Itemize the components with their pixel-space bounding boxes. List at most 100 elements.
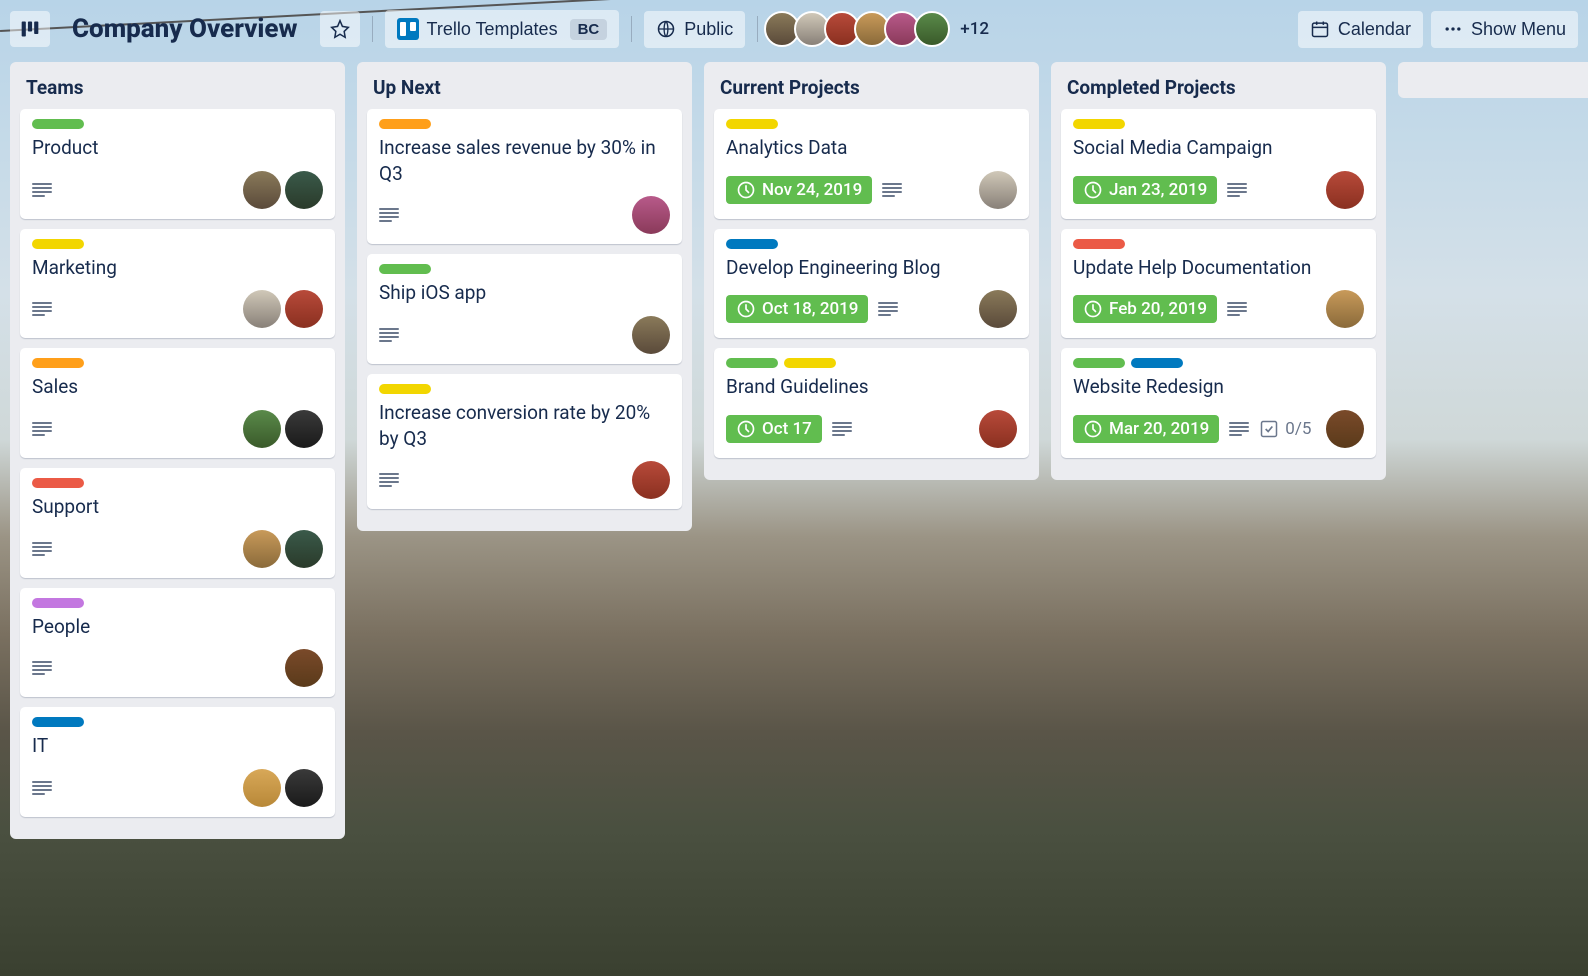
card[interactable]: Develop Engineering BlogOct 18, 2019 <box>714 229 1029 339</box>
more-members-count[interactable]: +12 <box>960 19 989 39</box>
card-labels <box>726 119 1017 129</box>
member-avatar[interactable] <box>285 649 323 687</box>
member-avatar[interactable] <box>914 11 950 47</box>
label-orange[interactable] <box>379 119 431 129</box>
member-avatar[interactable] <box>285 530 323 568</box>
card-badges: Mar 20, 2019 0/5 <box>1073 410 1364 448</box>
member-avatar[interactable] <box>632 316 670 354</box>
member-avatar[interactable] <box>243 769 281 807</box>
card[interactable]: Analytics DataNov 24, 2019 <box>714 109 1029 219</box>
label-yellow[interactable] <box>726 119 778 129</box>
member-avatar[interactable] <box>1326 171 1364 209</box>
member-avatar[interactable] <box>1326 290 1364 328</box>
card[interactable]: Increase sales revenue by 30% in Q3 <box>367 109 682 244</box>
card-members <box>243 410 323 448</box>
card[interactable]: Product <box>20 109 335 219</box>
card[interactable]: Brand GuidelinesOct 17 <box>714 348 1029 458</box>
card-badges: Oct 18, 2019 <box>726 290 1017 328</box>
member-avatar[interactable] <box>979 171 1017 209</box>
member-avatar[interactable] <box>632 196 670 234</box>
label-green[interactable] <box>32 119 84 129</box>
separator <box>631 16 632 42</box>
card-labels <box>32 478 323 488</box>
due-date-badge[interactable]: Mar 20, 2019 <box>1073 415 1219 443</box>
list-title[interactable]: Completed Projects <box>1061 72 1376 109</box>
star-button[interactable] <box>320 11 360 47</box>
card[interactable]: Ship iOS app <box>367 254 682 364</box>
list-title[interactable]: Current Projects <box>714 72 1029 109</box>
card-members <box>1326 171 1364 209</box>
show-menu-button[interactable]: Show Menu <box>1431 11 1578 48</box>
label-yellow[interactable] <box>1073 119 1125 129</box>
list-title[interactable] <box>1408 72 1588 86</box>
team-badge: BC <box>570 19 608 40</box>
due-date-badge[interactable]: Oct 17 <box>726 415 822 443</box>
boards-menu-button[interactable] <box>10 11 50 47</box>
label-blue[interactable] <box>1131 358 1183 368</box>
due-date-badge[interactable]: Nov 24, 2019 <box>726 176 872 204</box>
board-title[interactable]: Company Overview <box>58 8 312 50</box>
list-title[interactable]: Up Next <box>367 72 682 109</box>
description-icon <box>1227 183 1247 197</box>
member-avatar[interactable] <box>1326 410 1364 448</box>
checklist-badge: 0/5 <box>1259 419 1311 439</box>
card-badges: Feb 20, 2019 <box>1073 290 1364 328</box>
description-icon <box>32 302 52 316</box>
calendar-label: Calendar <box>1338 19 1411 40</box>
label-yellow[interactable] <box>32 239 84 249</box>
card[interactable]: Marketing <box>20 229 335 339</box>
card[interactable]: IT <box>20 707 335 817</box>
list: Current ProjectsAnalytics DataNov 24, 20… <box>704 62 1039 480</box>
card-title: Sales <box>32 374 323 400</box>
card-title: IT <box>32 733 323 759</box>
label-yellow[interactable] <box>784 358 836 368</box>
label-green[interactable] <box>379 264 431 274</box>
card-badges <box>32 530 323 568</box>
board-header: Company Overview Trello Templates BC Pub… <box>0 0 1588 58</box>
team-button[interactable]: Trello Templates BC <box>385 10 620 48</box>
card-badges <box>379 461 670 499</box>
member-avatar[interactable] <box>285 769 323 807</box>
visibility-button[interactable]: Public <box>644 11 745 48</box>
boards-icon <box>20 19 40 39</box>
member-avatar[interactable] <box>979 410 1017 448</box>
member-avatar[interactable] <box>632 461 670 499</box>
description-icon <box>882 183 902 197</box>
member-avatar[interactable] <box>243 171 281 209</box>
label-red[interactable] <box>32 478 84 488</box>
label-yellow[interactable] <box>379 384 431 394</box>
member-avatars[interactable]: +12 <box>770 11 989 47</box>
member-avatar[interactable] <box>243 530 281 568</box>
card[interactable]: People <box>20 588 335 698</box>
member-avatar[interactable] <box>285 290 323 328</box>
card[interactable]: Support <box>20 468 335 578</box>
card-badges <box>32 290 323 328</box>
card[interactable]: Increase conversion rate by 20% by Q3 <box>367 374 682 509</box>
calendar-button[interactable]: Calendar <box>1298 11 1423 48</box>
card[interactable]: Sales <box>20 348 335 458</box>
card[interactable]: Update Help DocumentationFeb 20, 2019 <box>1061 229 1376 339</box>
due-date-badge[interactable]: Oct 18, 2019 <box>726 295 868 323</box>
member-avatar[interactable] <box>285 171 323 209</box>
member-avatar[interactable] <box>243 290 281 328</box>
description-icon <box>379 208 399 222</box>
list-title[interactable]: Teams <box>20 72 335 109</box>
label-red[interactable] <box>1073 239 1125 249</box>
due-date-badge[interactable]: Jan 23, 2019 <box>1073 176 1217 204</box>
label-orange[interactable] <box>32 358 84 368</box>
member-avatar[interactable] <box>243 410 281 448</box>
clock-icon <box>736 180 756 200</box>
due-date-text: Feb 20, 2019 <box>1109 299 1207 319</box>
due-date-badge[interactable]: Feb 20, 2019 <box>1073 295 1217 323</box>
card-badges <box>32 171 323 209</box>
member-avatar[interactable] <box>285 410 323 448</box>
card-title: Support <box>32 494 323 520</box>
card[interactable]: Social Media CampaignJan 23, 2019 <box>1061 109 1376 219</box>
label-green[interactable] <box>1073 358 1125 368</box>
label-purple[interactable] <box>32 598 84 608</box>
label-blue[interactable] <box>726 239 778 249</box>
member-avatar[interactable] <box>979 290 1017 328</box>
label-blue[interactable] <box>32 717 84 727</box>
card[interactable]: Website RedesignMar 20, 20190/5 <box>1061 348 1376 458</box>
label-green[interactable] <box>726 358 778 368</box>
